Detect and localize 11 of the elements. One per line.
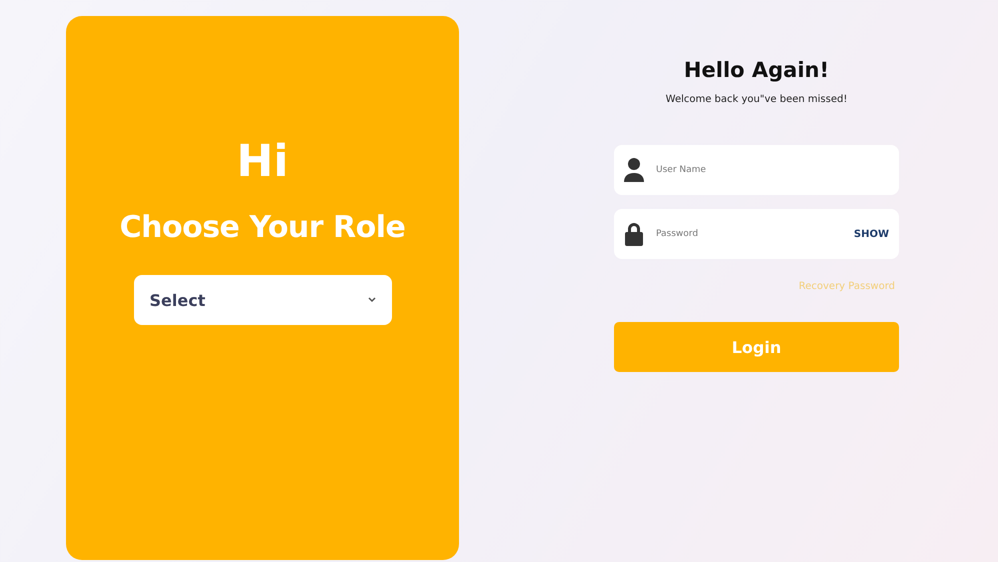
login-title: Hello Again! xyxy=(684,58,830,82)
chevron-down-icon xyxy=(368,297,376,303)
show-password-button[interactable]: SHOW xyxy=(854,228,889,240)
greeting: Hi xyxy=(236,140,288,184)
username-field[interactable]: User Name xyxy=(654,164,889,176)
lock-icon xyxy=(624,222,644,246)
role-heading: Choose Your Role xyxy=(120,210,406,245)
password-field[interactable]: Password xyxy=(654,228,844,240)
user-icon xyxy=(624,158,644,182)
login-subtitle: Welcome back you"ve been missed! xyxy=(666,94,848,105)
role-select[interactable]: Select xyxy=(134,275,392,325)
